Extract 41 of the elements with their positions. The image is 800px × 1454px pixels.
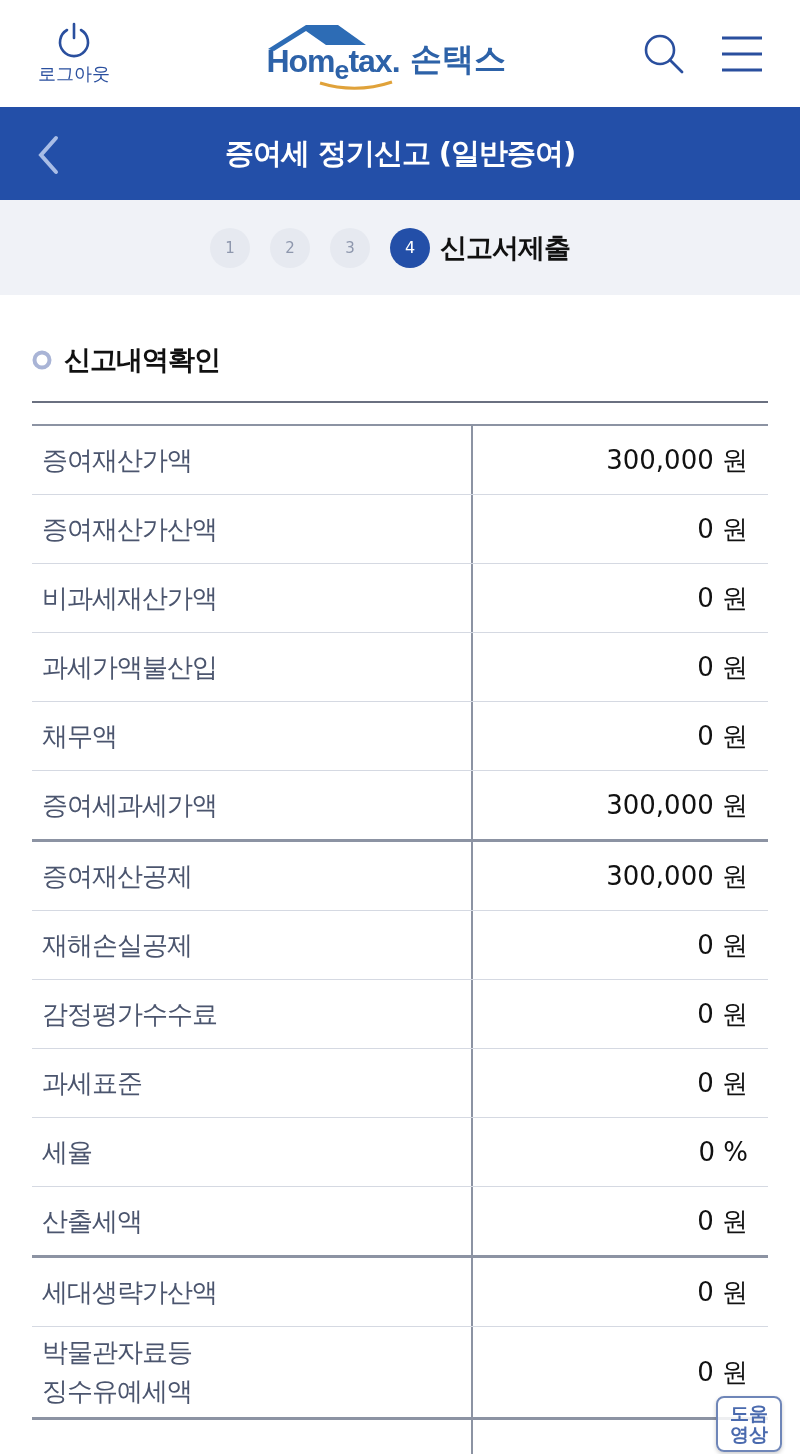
table-cell: 채무액 xyxy=(32,702,473,770)
table-cell: 증여재산공제 xyxy=(32,842,473,910)
step-number: 3 xyxy=(330,227,370,268)
step-number: 1 xyxy=(210,227,250,268)
table-cell: 박물관자료등 징수유예세액 xyxy=(32,1327,473,1417)
table-cell: 세율 xyxy=(32,1118,473,1186)
table-cell: 세대생략가산액 xyxy=(32,1258,473,1326)
table-cell-text: 0 원 xyxy=(697,928,748,962)
table-cell: 비과세재산가액 xyxy=(32,564,473,632)
power-icon xyxy=(56,21,92,58)
table-cell: 과세표준 xyxy=(32,1049,473,1117)
ring-bullet-icon xyxy=(32,350,52,370)
table-cell: 증여재산가액 xyxy=(32,426,473,494)
table-cell-text: 0 원 xyxy=(697,650,748,684)
logo: Hom$_{e}$tax. 손택스 xyxy=(266,20,506,87)
table-cell-text: 0 원 xyxy=(697,719,748,753)
page-title: 증여세 정기신고 (일반증여) xyxy=(224,134,576,172)
table-cell-text: 0 % xyxy=(698,1135,748,1169)
step-title: 신고서제출 xyxy=(440,230,570,265)
table-cell-text: 0 원 xyxy=(697,1275,748,1309)
table-cell-text: 0 원 xyxy=(697,581,748,615)
table-cell: 과세가액불산입 xyxy=(32,633,473,701)
table-cell-text: 0 원 xyxy=(697,1066,748,1100)
table-cell-text: 300,000 원 xyxy=(606,788,748,822)
table-cell-text: 300,000 원 xyxy=(606,859,748,893)
table-cell: 산출세액 xyxy=(32,1187,473,1255)
help-video-button[interactable]: 도움 영상 xyxy=(716,1396,782,1452)
table-cell-text: 0 원 xyxy=(697,997,748,1031)
step-number: 2 xyxy=(270,227,310,268)
table-cell: 증여세과세가액 xyxy=(32,771,473,839)
logout-button[interactable]: 로그아웃 xyxy=(38,21,110,86)
table-cell-text: 0 원 xyxy=(697,1204,748,1238)
table-cell-text: 300,000 원 xyxy=(606,443,748,477)
table-cell-text: 0 원 xyxy=(697,512,748,546)
table-cell-text: 0 원 xyxy=(697,1355,748,1389)
table-cell: 감정평가수수료 xyxy=(32,980,473,1048)
back-button[interactable] xyxy=(36,135,60,175)
section-title: 신고내역확인 xyxy=(64,343,220,377)
table-cell: 증여재산가산액 xyxy=(32,495,473,563)
table-cell: 재해손실공제 xyxy=(32,911,473,979)
step-number: 4 xyxy=(390,227,430,268)
